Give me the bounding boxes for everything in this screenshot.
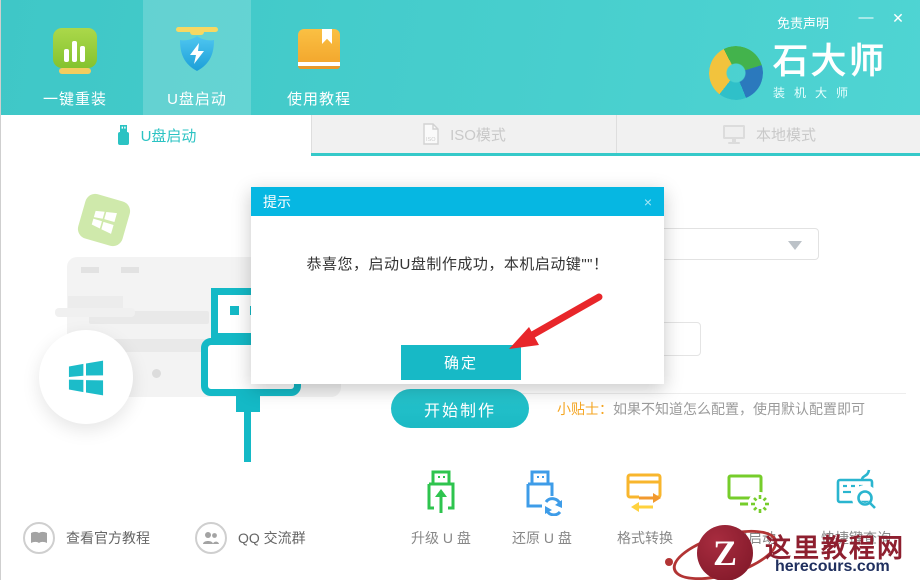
tab-usb-boot[interactable]: U盘启动 [1,115,311,156]
dialog-title: 提示 [263,192,291,212]
usb-shield-icon [173,26,221,78]
usb-restore-icon [518,468,566,521]
dialog-titlebar: 提示 × [251,187,664,216]
svg-text:ISO: ISO [426,137,436,143]
usb-illustration-cable [244,412,251,462]
usb-icon [116,125,131,146]
tool-label: 升级 U 盘 [411,528,471,548]
watermark-letter: Z [713,532,737,574]
usb-upgrade-icon [417,468,465,521]
watermark-site-url: herecours.com [775,558,890,576]
hotkey-search-icon [832,468,880,521]
nav-label: 使用教程 [287,88,351,109]
mode-tabs: U盘启动 ISO ISO模式 本地模式 [1,115,920,156]
close-button[interactable]: ✕ [887,8,909,28]
tab-iso-mode[interactable]: ISO ISO模式 [311,115,616,153]
chart-icon [51,26,99,78]
book-icon [295,26,343,78]
tab-label: U盘启动 [141,125,197,146]
iso-file-icon: ISO [422,123,440,145]
tip-label: 小贴士： [557,401,613,417]
link-label: QQ 交流群 [238,528,306,548]
brand-logo: 石大师 装机大师 [709,44,887,101]
brand-subtitle: 装机大师 [773,84,887,101]
section-divider [456,393,906,394]
start-make-button[interactable]: 开始制作 [391,389,529,428]
tip-text: 小贴士：如果不知道怎么配置，使用默认配置即可 [557,399,865,419]
official-tutorial-link[interactable]: 查看官方教程 [23,522,150,554]
site-watermark: Z 这里教程网 herecours.com [663,518,920,580]
watermark-logo: Z [697,525,753,580]
main-nav: 一键重装 U盘启动 [21,0,373,115]
dialog-close-icon[interactable]: × [644,194,652,210]
disclaimer-link[interactable]: 免责声明 [777,13,829,32]
qq-group-link[interactable]: QQ 交流群 [195,522,306,554]
nav-label: U盘启动 [167,88,227,109]
monitor-icon [722,124,746,145]
usb-illustration-plug [236,394,260,412]
windows-circle-badge [39,330,133,424]
nav-label: 一键重装 [43,88,107,109]
tab-label: 本地模式 [756,124,816,145]
link-label: 查看官方教程 [66,528,150,548]
tip-body: 如果不知道怎么配置，使用默认配置即可 [613,401,865,417]
nav-item-reinstall[interactable]: 一键重装 [21,0,129,115]
tool-label: 还原 U 盘 [512,528,572,548]
tab-local-mode[interactable]: 本地模式 [616,115,920,153]
success-dialog: 提示 × 恭喜您，启动U盘制作成功，本机启动键""！ 确定 [251,187,664,384]
format-convert-icon [621,468,669,521]
monitor-stand [68,296,123,308]
dialog-ok-button[interactable]: 确定 [401,345,521,380]
header: 一键重装 U盘启动 [1,0,920,115]
simulate-boot-icon [724,468,772,521]
book-pages-icon [23,522,55,554]
nav-item-usb-boot[interactable]: U盘启动 [143,0,251,115]
chevron-down-icon [788,241,802,250]
header-right: 免责声明 — ✕ 石大师 装机大师 [621,0,920,115]
monitor-base [55,308,135,317]
tool-upgrade-usb[interactable]: 升级 U 盘 [386,468,496,548]
watermark-dot [665,558,673,566]
brand-name: 石大师 [773,44,887,80]
minimize-button[interactable]: — [855,8,877,28]
nav-item-tutorial[interactable]: 使用教程 [265,0,373,115]
logo-swirl-icon [702,38,770,106]
people-icon [195,522,227,554]
windows-tile-icon [76,192,133,249]
app-window: 一键重装 U盘启动 [0,0,920,580]
tab-label: ISO模式 [450,124,506,145]
dialog-message: 恭喜您，启动U盘制作成功，本机启动键""！ [251,253,664,274]
tool-restore-usb[interactable]: 还原 U 盘 [487,468,597,548]
